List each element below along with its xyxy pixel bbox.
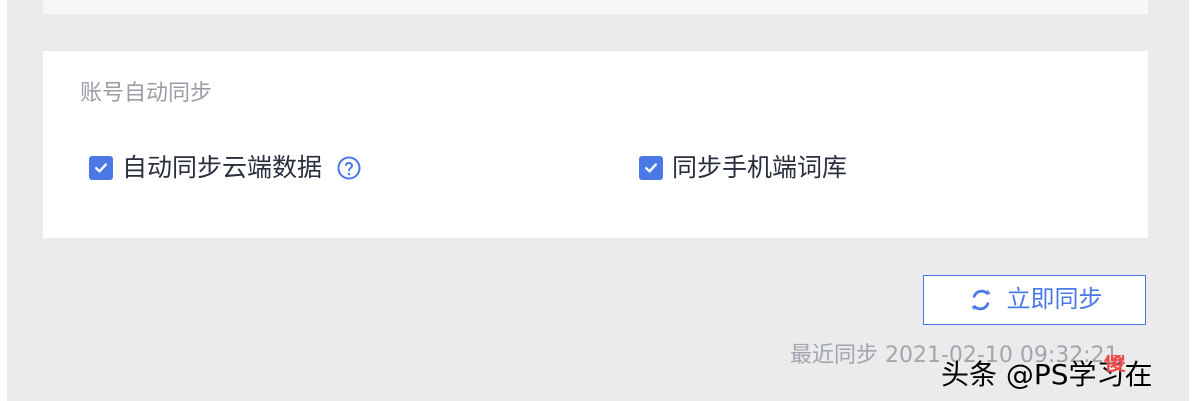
- sync-now-label: 立即同步: [1006, 286, 1103, 313]
- sync-phone-dictionary-checkbox[interactable]: [639, 156, 663, 180]
- question-circle-icon[interactable]: [336, 155, 362, 181]
- auto-sync-cloud-data-label: 自动同步云端数据: [122, 153, 323, 182]
- previous-section-card: [43, 0, 1148, 14]
- account-auto-sync-card: 账号自动同步 自动同步云端数据 同步手机端词库: [43, 51, 1148, 238]
- sync-phone-dictionary-option[interactable]: 同步手机端词库: [639, 151, 847, 185]
- refresh-icon: [967, 286, 995, 314]
- account-settings-panel: 账号自动同步 自动同步云端数据 同步手机端词库 立即同步 最近同步 2021-0…: [7, 0, 1189, 401]
- auto-sync-cloud-data-checkbox[interactable]: [89, 156, 113, 180]
- sync-now-button[interactable]: 立即同步: [923, 275, 1146, 325]
- watermark: 头条 @PS学习在 傻: [941, 355, 1181, 395]
- watermark-badge: 傻: [1103, 355, 1126, 376]
- auto-sync-cloud-data-option[interactable]: 自动同步云端数据: [89, 151, 362, 185]
- sync-phone-dictionary-label: 同步手机端词库: [672, 153, 848, 182]
- checkmark-icon: [645, 163, 657, 173]
- checkmark-icon: [95, 163, 107, 173]
- section-title: 账号自动同步: [80, 81, 213, 106]
